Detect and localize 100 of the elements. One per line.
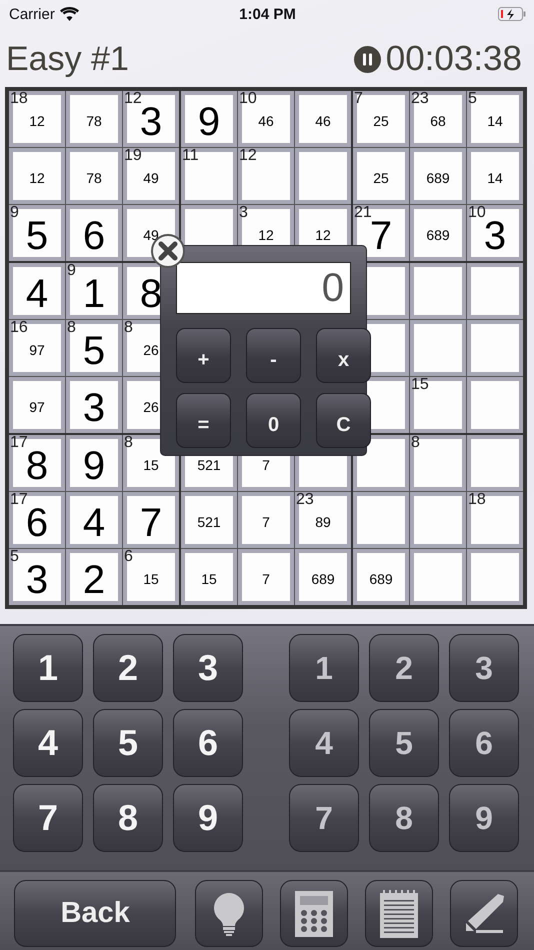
cell-digit: 3 — [484, 216, 506, 256]
grid-cell[interactable]: 78 — [66, 148, 122, 204]
note-key[interactable]: 1 — [289, 634, 359, 702]
grid-cell[interactable]: 23 89 — [295, 492, 351, 548]
grid-cell[interactable] — [467, 377, 523, 433]
grid-cell[interactable]: 2 — [66, 549, 122, 605]
calculator-icon — [295, 890, 334, 936]
calculator-key[interactable]: 0 — [246, 393, 301, 448]
number-key[interactable]: 5 — [93, 709, 163, 777]
grid-cell[interactable]: 3 — [66, 377, 122, 433]
note-key[interactable]: 9 — [449, 784, 519, 852]
grid-cell[interactable]: 10 46 — [238, 91, 294, 147]
candidate-notes: 12 — [29, 170, 45, 186]
grid-cell[interactable]: 9 — [66, 435, 122, 491]
candidate-notes: 12 — [258, 227, 274, 243]
cage-sum: 8 — [67, 320, 76, 336]
cage-sum: 8 — [124, 435, 133, 451]
grid-cell[interactable] — [467, 435, 523, 491]
number-key[interactable]: 7 — [13, 784, 83, 852]
calculator-key[interactable]: + — [176, 328, 231, 383]
note-key[interactable]: 6 — [449, 709, 519, 777]
note-key[interactable]: 2 — [369, 634, 439, 702]
grid-cell[interactable]: 9 — [181, 91, 237, 147]
grid-cell[interactable]: 23 68 — [410, 91, 466, 147]
grid-cell[interactable] — [467, 263, 523, 319]
grid-cell[interactable]: 6 15 — [123, 549, 179, 605]
calculator-key[interactable]: - — [246, 328, 301, 383]
grid-cell[interactable]: 689 — [410, 148, 466, 204]
number-key[interactable]: 1 — [13, 634, 83, 702]
candidate-notes: 68 — [430, 113, 446, 129]
grid-cell[interactable] — [410, 549, 466, 605]
grid-cell[interactable]: 4 — [9, 263, 65, 319]
number-key[interactable]: 4 — [13, 709, 83, 777]
grid-cell[interactable] — [467, 320, 523, 376]
candidate-notes: 689 — [426, 170, 450, 186]
grid-cell[interactable]: 6 — [66, 205, 122, 261]
pause-icon[interactable] — [354, 46, 381, 72]
grid-cell[interactable]: 8 — [410, 435, 466, 491]
note-key[interactable]: 8 — [369, 784, 439, 852]
back-button[interactable]: Back — [14, 880, 176, 947]
number-key[interactable]: 8 — [93, 784, 163, 852]
grid-cell[interactable] — [410, 263, 466, 319]
grid-cell[interactable] — [467, 549, 523, 605]
candidate-notes: 25 — [373, 113, 389, 129]
grid-cell[interactable]: 18 — [467, 492, 523, 548]
cell-digit: 6 — [26, 503, 48, 543]
grid-cell[interactable]: 689 — [410, 205, 466, 261]
grid-cell[interactable] — [410, 320, 466, 376]
number-key[interactable]: 9 — [173, 784, 243, 852]
cell-digit: 7 — [370, 216, 392, 256]
grid-cell[interactable]: 4 — [66, 492, 122, 548]
grid-cell[interactable]: 46 — [295, 91, 351, 147]
grid-cell[interactable]: 15 — [181, 549, 237, 605]
grid-cell[interactable]: 5 14 — [467, 91, 523, 147]
note-key[interactable]: 3 — [449, 634, 519, 702]
grid-cell[interactable]: 16 97 — [9, 320, 65, 376]
grid-cell[interactable] — [353, 492, 409, 548]
grid-cell[interactable]: 11 — [181, 148, 237, 204]
grid-cell[interactable]: 15 — [410, 377, 466, 433]
cage-sum: 10 — [468, 205, 486, 221]
pencil-button[interactable] — [450, 880, 518, 947]
grid-cell[interactable]: 19 49 — [123, 148, 179, 204]
note-key[interactable]: 5 — [369, 709, 439, 777]
grid-cell[interactable]: 97 — [9, 377, 65, 433]
number-key[interactable]: 2 — [93, 634, 163, 702]
grid-cell[interactable] — [353, 435, 409, 491]
cage-sum: 6 — [124, 549, 133, 565]
candidate-notes: 15 — [143, 571, 159, 587]
grid-cell[interactable]: 7 — [123, 492, 179, 548]
hint-button[interactable] — [195, 880, 264, 947]
grid-cell[interactable]: 7 25 — [353, 91, 409, 147]
cell-digit: 3 — [26, 560, 48, 600]
note-key[interactable]: 7 — [289, 784, 359, 852]
grid-cell[interactable]: 78 — [66, 91, 122, 147]
calculator-key[interactable]: C — [316, 393, 371, 448]
calculator-key[interactable]: = — [176, 393, 231, 448]
grid-cell[interactable]: 7 — [238, 492, 294, 548]
number-key[interactable]: 3 — [173, 634, 243, 702]
elapsed-timer: 00:03:38 — [386, 39, 522, 79]
grid-cell[interactable]: 521 — [181, 492, 237, 548]
grid-cell[interactable] — [295, 148, 351, 204]
cage-sum: 17 — [10, 435, 28, 451]
grid-cell[interactable]: 14 — [467, 148, 523, 204]
cell-digit: 7 — [140, 503, 162, 543]
note-key[interactable]: 4 — [289, 709, 359, 777]
number-key[interactable]: 6 — [173, 709, 243, 777]
grid-cell[interactable]: 689 — [295, 549, 351, 605]
grid-cell[interactable]: 12 — [9, 148, 65, 204]
calculator-key[interactable]: x — [316, 328, 371, 383]
grid-cell[interactable]: 689 — [353, 549, 409, 605]
grid-cell[interactable]: 7 — [238, 549, 294, 605]
grid-cell[interactable]: 12 — [238, 148, 294, 204]
notes-button[interactable] — [365, 880, 434, 947]
cell-digit: 8 — [140, 274, 162, 314]
grid-cell[interactable]: 18 12 — [9, 91, 65, 147]
cell-digit: 3 — [140, 102, 162, 142]
grid-cell[interactable] — [410, 492, 466, 548]
grid-cell[interactable]: 25 — [353, 148, 409, 204]
puzzle-title: Easy #1 — [6, 40, 129, 78]
calculator-button[interactable] — [280, 880, 348, 947]
